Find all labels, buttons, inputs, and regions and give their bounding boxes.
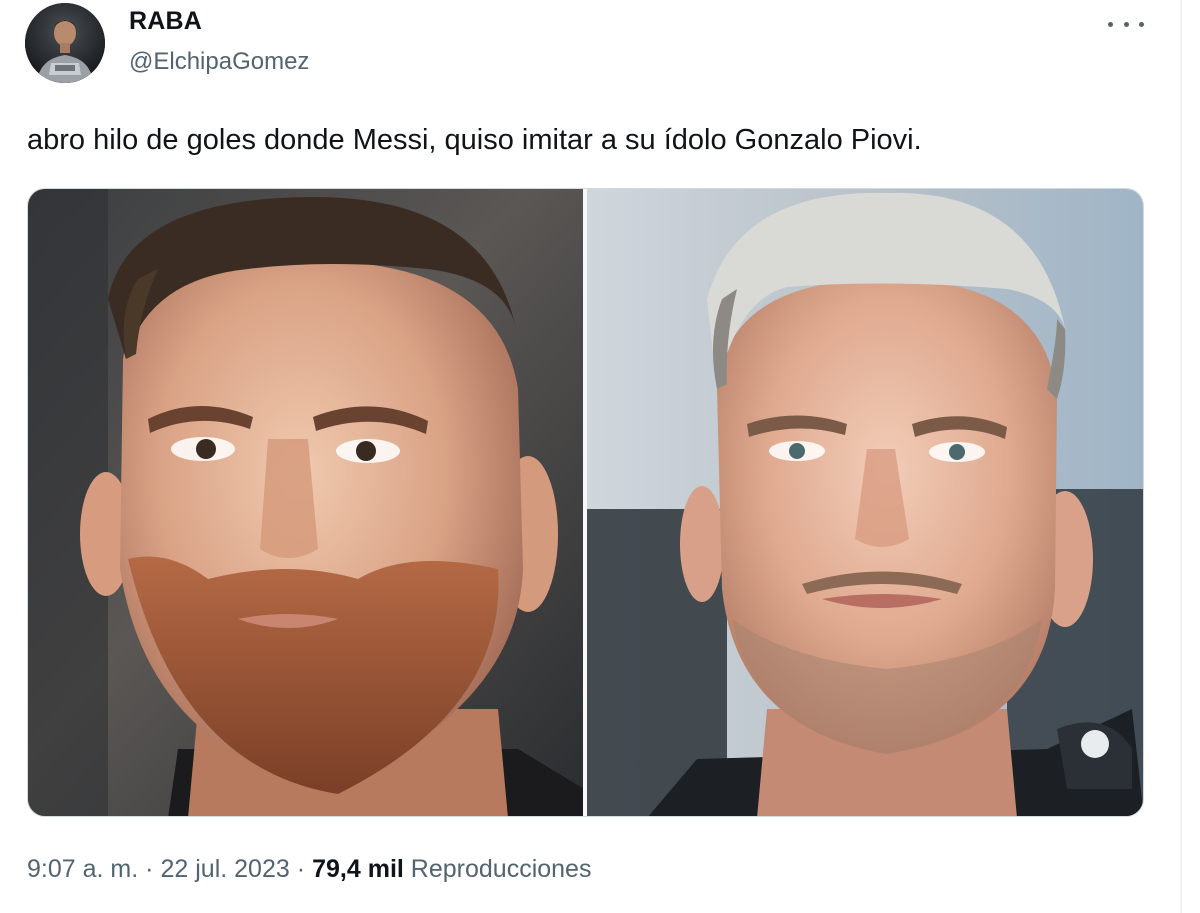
- more-dot: [1123, 21, 1129, 27]
- tweet-time[interactable]: 9:07 a. m.: [27, 855, 138, 883]
- author-handle[interactable]: @ElchipaGomez: [129, 48, 309, 76]
- avatar[interactable]: [25, 3, 105, 83]
- author-name[interactable]: RABA: [129, 7, 202, 36]
- portrait-right-image: [587, 189, 1143, 816]
- meta-separator: ·: [145, 855, 154, 883]
- tweet-media[interactable]: [27, 188, 1144, 817]
- tweet-card: RABA @ElchipaGomez abro hilo de goles do…: [0, 0, 1200, 913]
- portrait-left-image: [28, 189, 583, 816]
- more-dot: [1108, 21, 1113, 27]
- avatar-photo: [25, 3, 105, 83]
- more-dot: [1139, 21, 1144, 27]
- tweet-meta: 9:07 a. m. · 22 jul. 2023 · 79,4 mil Reprodu…: [27, 855, 591, 884]
- meta-separator: ·: [296, 855, 306, 883]
- tweet-text: abro hilo de goles donde Messi, quiso im…: [27, 124, 922, 156]
- views-count[interactable]: 79,4 mil: [312, 855, 404, 883]
- views-label[interactable]: Reproducciones: [411, 855, 592, 883]
- media-image-right[interactable]: [587, 189, 1143, 816]
- tweet-date[interactable]: 22 jul. 2023: [161, 855, 290, 883]
- divider: [1180, 0, 1182, 913]
- more-icon[interactable]: [1108, 12, 1144, 36]
- media-image-left[interactable]: [28, 189, 583, 816]
